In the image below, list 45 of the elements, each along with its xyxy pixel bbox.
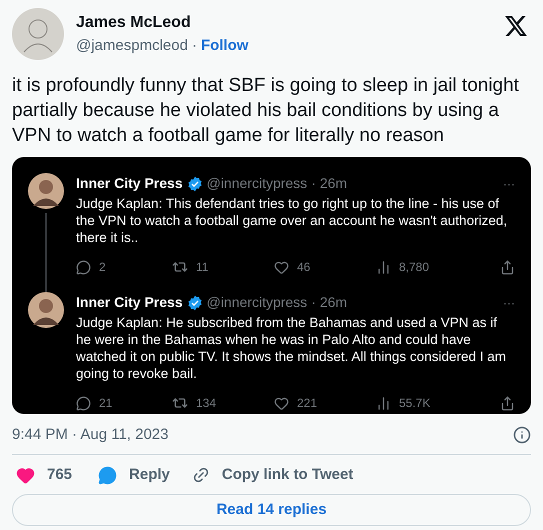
copy-link-button[interactable]: Copy link to Tweet <box>192 464 354 486</box>
display-name: Inner City Press <box>76 174 183 193</box>
read-replies-button[interactable]: Read 14 replies <box>12 494 531 526</box>
quoted-tweet-text: Judge Kaplan: This defendant tries to go right up to the line - his use of the VPN to watch a football game over an account he wasn't authorized, there it is.. <box>76 195 508 246</box>
views-icon[interactable] <box>376 396 391 410</box>
more-menu[interactable]: ··· <box>503 174 515 192</box>
like-count: 46 <box>297 259 310 276</box>
speech-bubble-icon <box>98 466 118 484</box>
heart-icon[interactable] <box>16 466 35 484</box>
user-handle: @innercitypress <box>206 293 308 312</box>
reply-icon[interactable] <box>76 260 91 274</box>
quoted-tweet-text: Judge Kaplan: He subscribed from the Bahamas and used a VPN as if he were in the Bahamas when he was in Palo Alto and could have watched it on public TV. It shows the mindset. All things considered I am going to revoke bail. <box>76 314 507 382</box>
retweet-count: 11 <box>196 259 208 276</box>
display-name: Inner City Press <box>76 293 183 312</box>
info-icon[interactable] <box>513 426 531 444</box>
post-time: 26m <box>320 174 348 193</box>
share-icon[interactable] <box>500 396 515 410</box>
reply-count: 21 <box>99 395 112 412</box>
view-count: 8,780 <box>399 259 430 276</box>
views-icon[interactable] <box>376 260 391 274</box>
reply-icon[interactable] <box>76 396 91 410</box>
reply-count: 2 <box>99 259 106 276</box>
x-logo-icon[interactable] <box>505 16 527 36</box>
more-menu[interactable]: ··· <box>503 294 515 312</box>
avatar <box>28 173 64 209</box>
like-icon[interactable] <box>274 396 289 410</box>
reply-button[interactable]: Reply <box>98 464 170 486</box>
user-handle: @innercitypress <box>206 174 308 193</box>
retweet-count: 134 <box>196 395 216 412</box>
separator: · <box>311 293 316 312</box>
avatar <box>28 292 64 328</box>
post-time: 26m <box>320 293 348 312</box>
follow-link[interactable]: Follow <box>200 35 248 58</box>
like-count: 221 <box>297 395 318 412</box>
separator: · <box>311 174 316 193</box>
like-count: 765 <box>47 464 72 485</box>
author-name: James McLeod <box>76 13 192 33</box>
view-count: 55.7K <box>399 395 430 412</box>
like-icon[interactable] <box>274 260 289 274</box>
separator: · <box>192 36 197 56</box>
tweet-text: it is profoundly funny that SBF is going to sleep in jail tonight partially because he violated his bail conditions by using a VPN to watch a football game for literally no reason <box>12 74 520 148</box>
tweet-timestamp: 9:44 PM · Aug 11, 2023 <box>12 424 168 445</box>
share-icon[interactable] <box>500 260 515 274</box>
author-handle: @jamespmcleod <box>76 36 188 56</box>
avatar <box>12 8 64 60</box>
